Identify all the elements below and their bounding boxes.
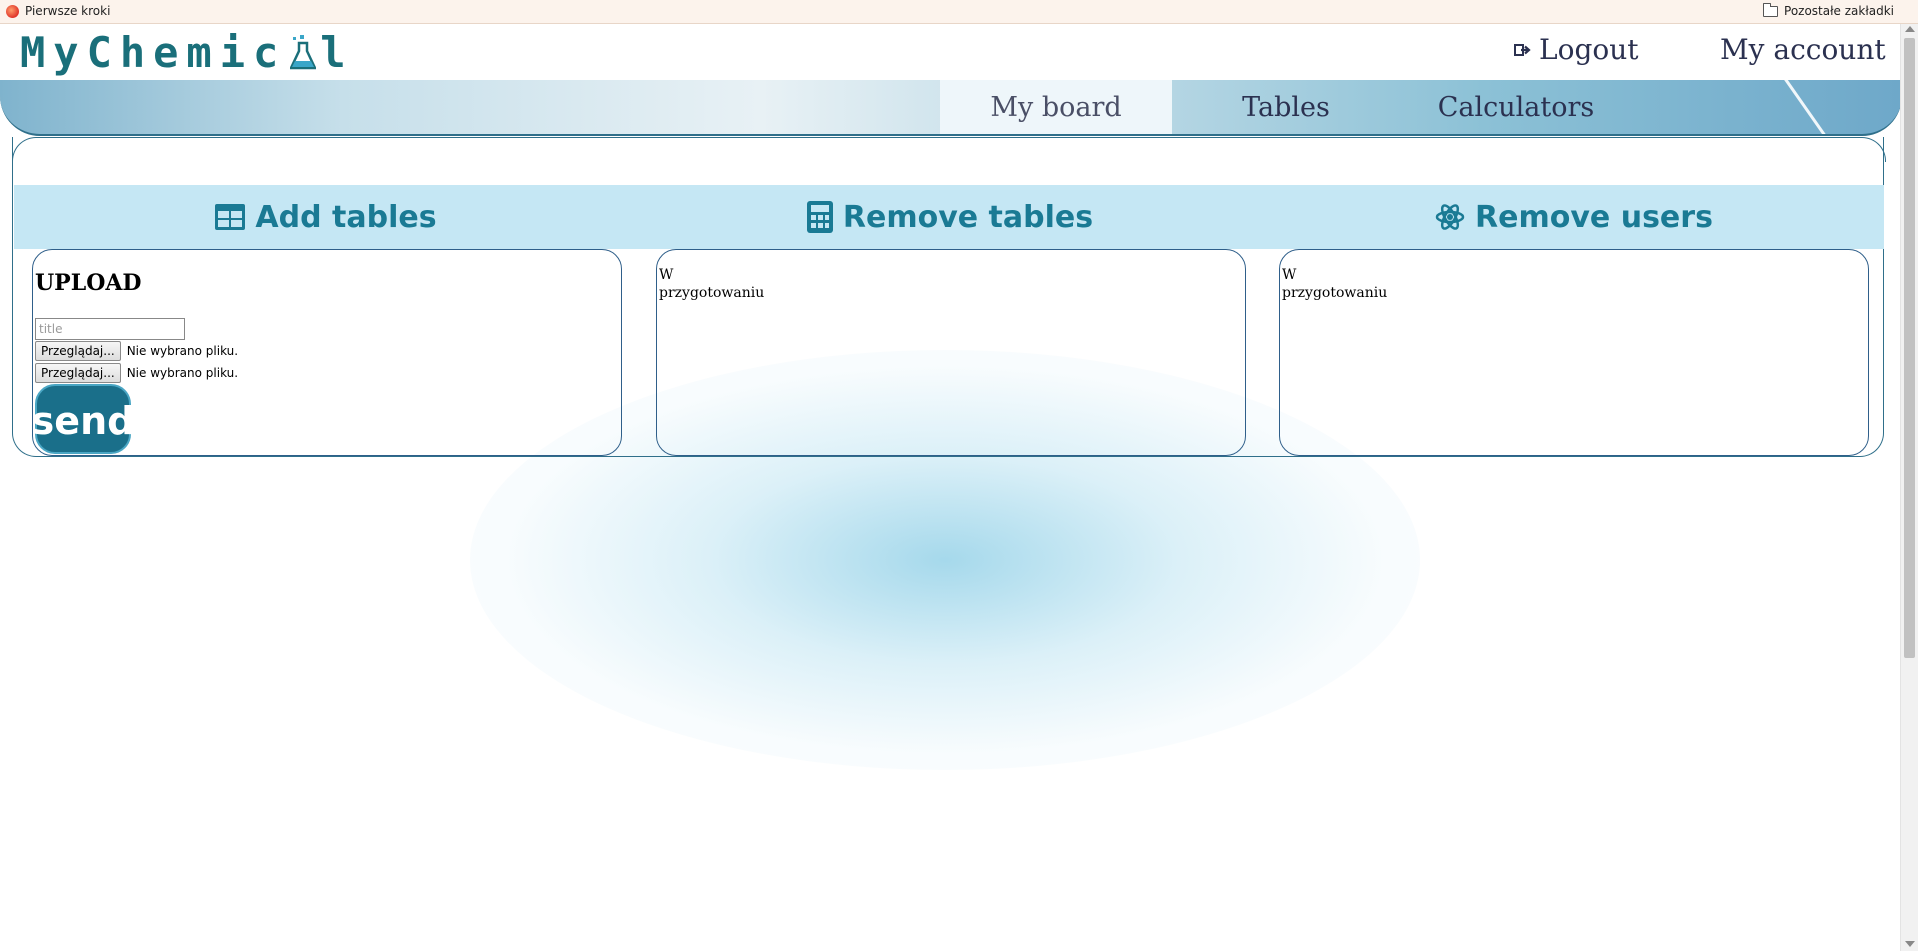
logout-link[interactable]: Logout (1514, 33, 1639, 66)
browse-button[interactable]: Przeglądaj... (35, 363, 121, 383)
folder-icon (1763, 2, 1779, 17)
bookmark-other-folder[interactable]: Pozostałe zakładki (1763, 2, 1894, 18)
scroll-down-icon[interactable] (1905, 941, 1915, 947)
scroll-thumb[interactable] (1904, 38, 1915, 658)
logo-text-suffix: l (320, 28, 354, 77)
prep-line: przygotowaniu (1282, 285, 1388, 301)
calculator-icon (806, 201, 833, 233)
logo[interactable]: MyChemic l (20, 28, 354, 77)
logout-icon (1514, 43, 1531, 56)
table-icon (215, 204, 246, 230)
in-preparation-text: W przygotowaniu (659, 266, 764, 302)
prep-line: przygotowaniu (659, 285, 765, 301)
section-title-add-tables: Add tables (14, 185, 638, 249)
file-input-1: Przeglądaj... Nie wybrano pliku. (35, 341, 238, 361)
tab-tables[interactable]: Tables (1172, 80, 1400, 134)
tab-my-board[interactable]: My board (940, 80, 1172, 134)
tab-label: My board (990, 91, 1122, 123)
tab-label: Tables (1242, 91, 1330, 123)
section-title-text: Add tables (255, 199, 437, 235)
section-title-remove-users: Remove users (1262, 185, 1886, 249)
bookmark-folder-label: Pozostałe zakładki (1784, 4, 1894, 18)
section-title-text: Remove users (1475, 199, 1713, 235)
logo-text-prefix: MyChemic (20, 28, 287, 77)
flask-icon (290, 34, 317, 69)
remove-tables-card: W przygotowaniu (656, 249, 1246, 456)
title-input[interactable] (35, 318, 185, 340)
section-title-text: Remove tables (842, 199, 1094, 235)
upload-heading: UPLOAD (35, 270, 142, 296)
bookmark-pierwsze-kroki[interactable]: Pierwsze kroki (6, 4, 110, 18)
file-status: Nie wybrano pliku. (126, 344, 239, 358)
browse-button[interactable]: Przeglądaj... (35, 341, 121, 361)
section-title-remove-tables: Remove tables (638, 185, 1262, 249)
main-nav: My board Tables Calculators (0, 80, 1902, 136)
upload-card: UPLOAD Przeglądaj... Nie wybrano pliku. … (32, 249, 622, 456)
prep-line: W (659, 267, 674, 283)
remove-users-card: W przygotowaniu (1279, 249, 1869, 456)
in-preparation-text: W przygotowaniu (1282, 266, 1387, 302)
file-status: Nie wybrano pliku. (126, 366, 239, 380)
firefox-icon (6, 4, 19, 18)
send-button[interactable]: send (32, 384, 134, 454)
tab-calculators[interactable]: Calculators (1400, 80, 1632, 134)
tab-label: Calculators (1437, 91, 1595, 123)
file-input-2: Przeglądaj... Nie wybrano pliku. (35, 363, 238, 383)
prep-line: W (1282, 267, 1297, 283)
section-header-band: Add tables Remove tables Remove users (14, 185, 1884, 249)
scroll-up-icon[interactable] (1905, 26, 1915, 32)
bookmark-label: Pierwsze kroki (25, 4, 111, 18)
atom-icon (1435, 204, 1465, 230)
bookmarks-bar: Pierwsze kroki Pozostałe zakładki (0, 0, 1918, 24)
my-account-link[interactable]: My account (1720, 33, 1886, 66)
my-account-label: My account (1720, 33, 1886, 66)
logout-label: Logout (1539, 33, 1639, 66)
page-scrollbar[interactable] (1900, 24, 1918, 951)
